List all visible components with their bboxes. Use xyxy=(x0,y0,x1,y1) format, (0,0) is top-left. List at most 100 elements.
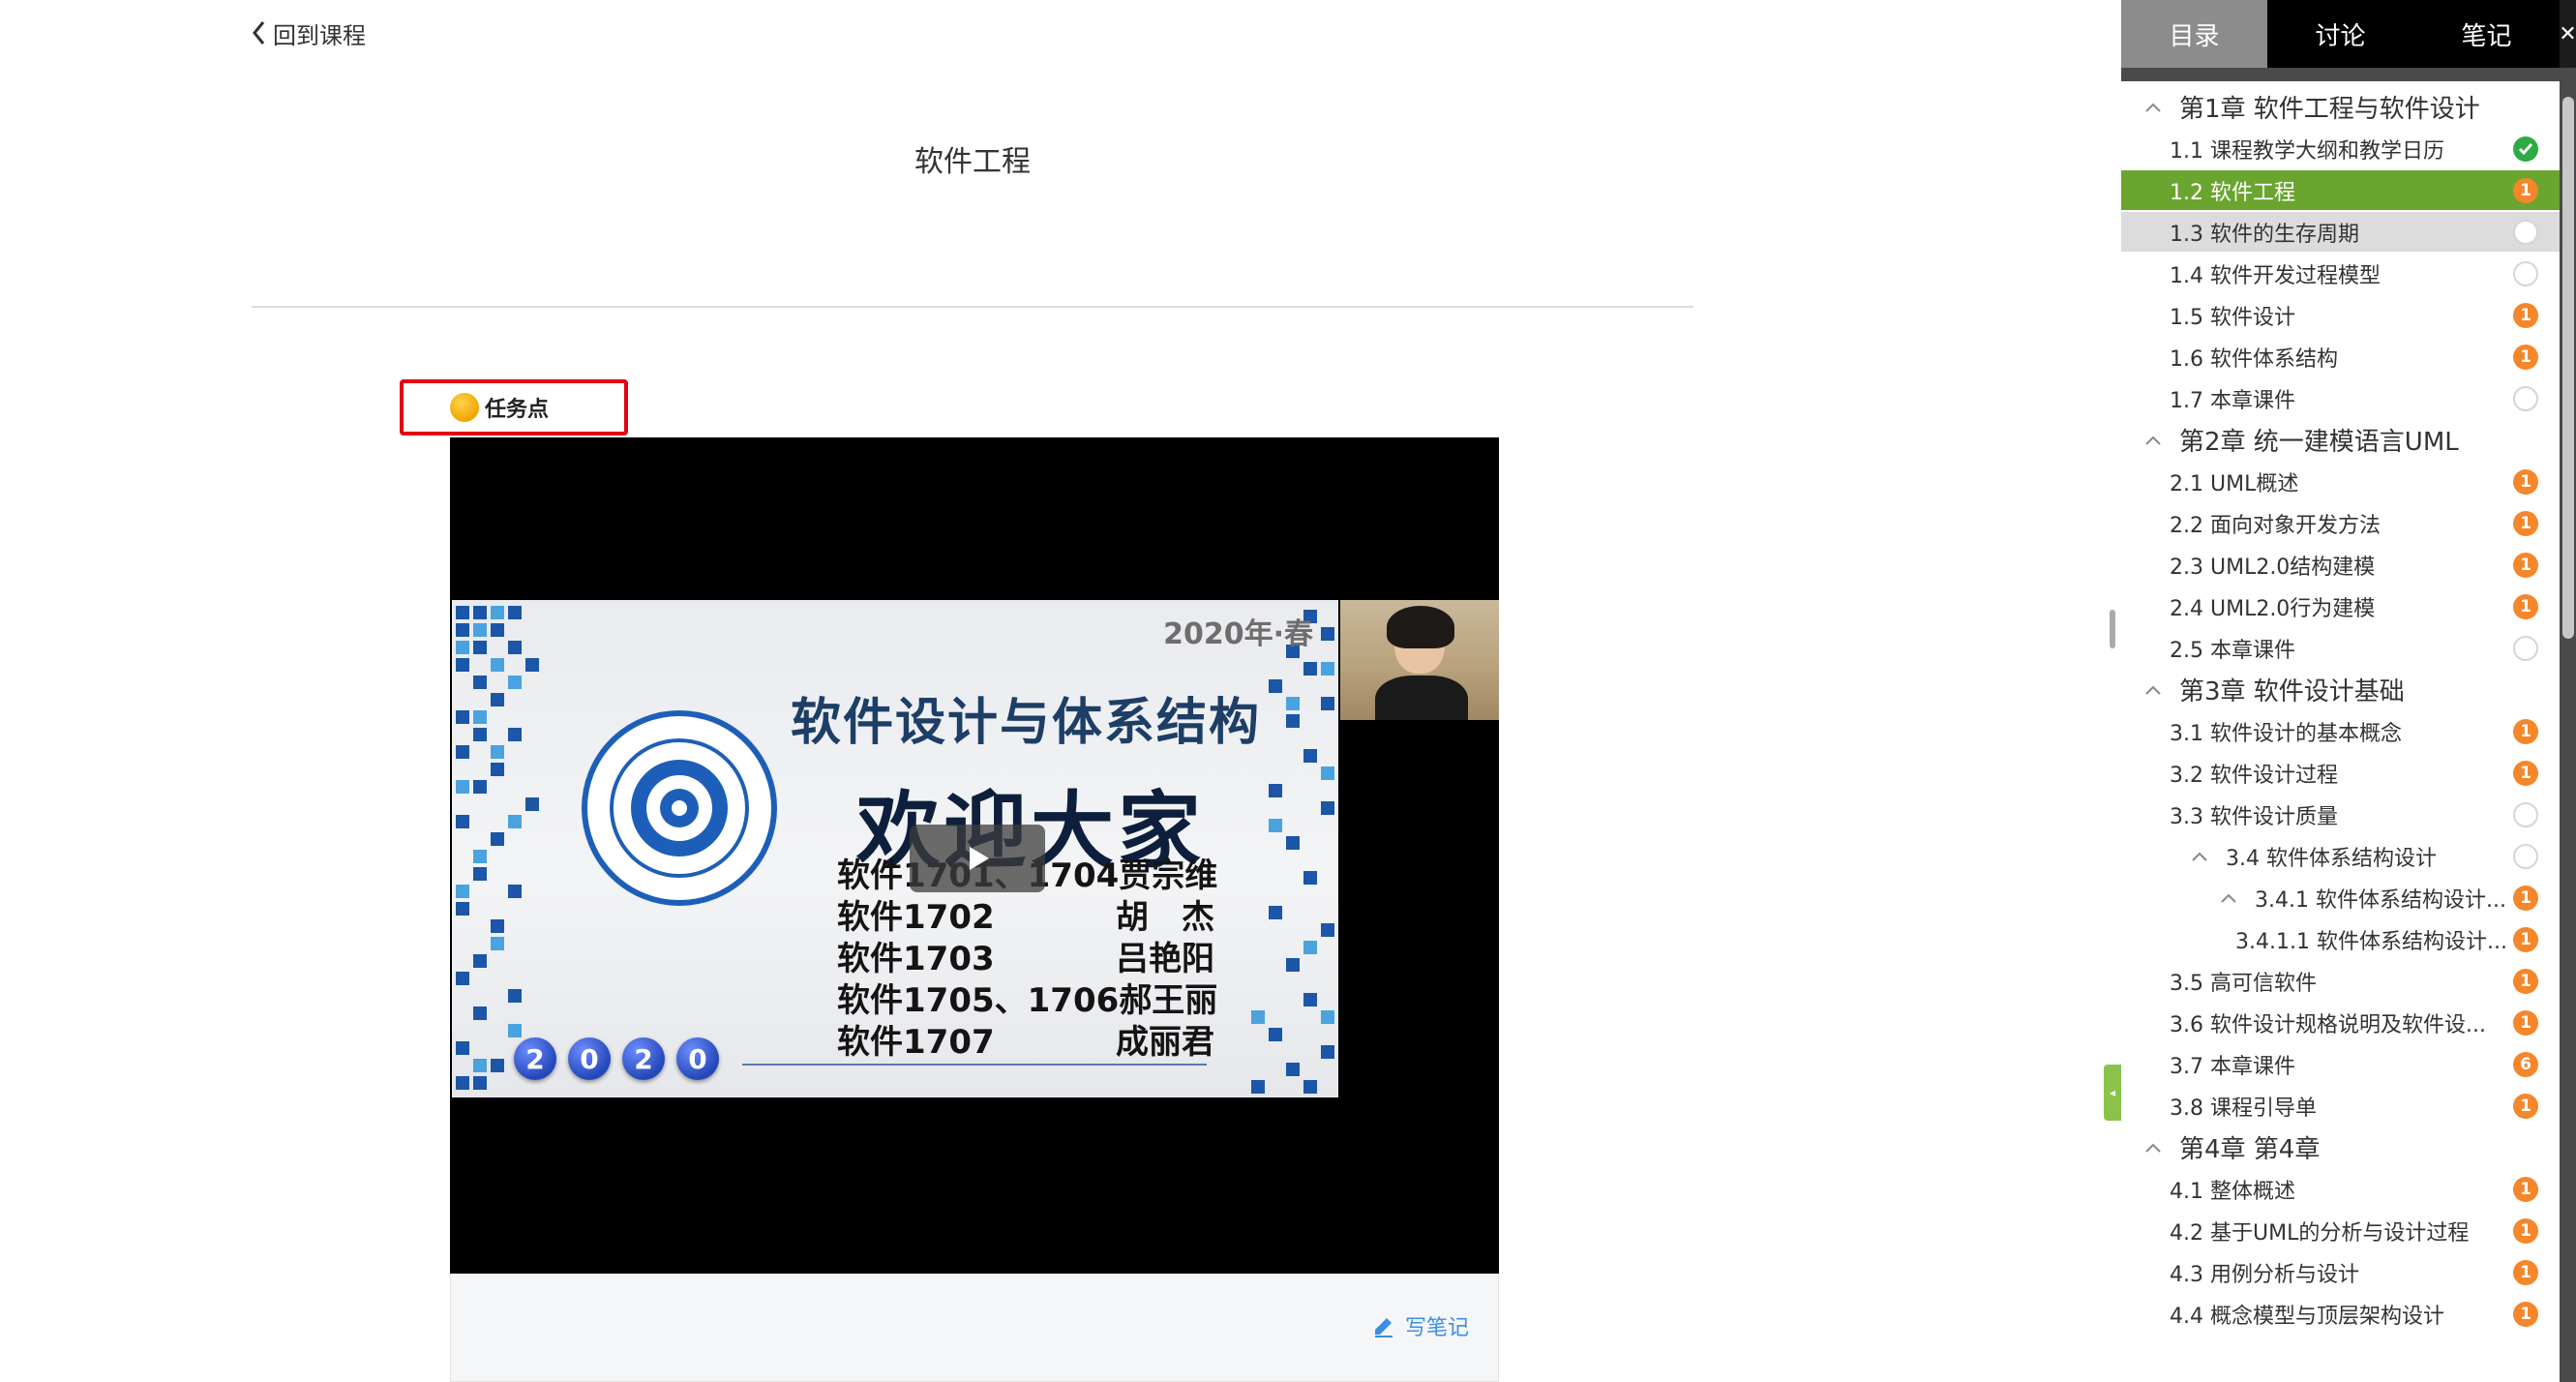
toc-item[interactable]: 1.3 软件的生存周期 xyxy=(2121,212,2560,252)
video-slide-frame: 2020年·春 软件设计与体系结构 欢迎大家 软件1701、1704贾宗维 软件… xyxy=(452,600,1338,1097)
task-dot-icon xyxy=(450,393,479,422)
toc-item-label: 2.4 UML2.0行为建模 xyxy=(2170,596,2376,621)
toc-item-label: 3.3 软件设计质量 xyxy=(2170,804,2338,829)
task-count-badge: 6 xyxy=(2513,1052,2538,1077)
toc-item-label: 4.2 基于UML的分析与设计过程 xyxy=(2170,1220,2470,1246)
toc-item[interactable]: 1.1 课程教学大纲和教学日历 xyxy=(2121,129,2560,168)
toc-item[interactable]: 3.4.1 软件体系结构设计... 1 xyxy=(2121,878,2560,917)
toc-item[interactable]: 3.4.1.1 软件体系结构设计... 1 xyxy=(2121,919,2560,959)
toc-item[interactable]: 2.2 面向对象开发方法 1 xyxy=(2121,503,2560,543)
toc-chapter[interactable]: 第4章 第4章 xyxy=(2121,1127,2560,1167)
toc-scrollbar[interactable] xyxy=(2562,97,2574,639)
sidebar-close-button[interactable]: ✕ xyxy=(2559,0,2576,68)
task-count-badge: 1 xyxy=(2513,511,2538,536)
toc-item-label: 1.1 课程教学大纲和教学日历 xyxy=(2170,138,2444,164)
webcam-person-hair xyxy=(1387,606,1454,648)
slide-line-teacher: 郝王丽 xyxy=(1119,981,1218,1020)
toc-item-label: 3.8 课程引导单 xyxy=(2170,1096,2317,1121)
chevron-up-icon[interactable] xyxy=(2187,851,2212,862)
write-note-button[interactable]: 写笔记 xyxy=(1372,1310,1469,1341)
toc-item-label: 2.1 UML概述 xyxy=(2170,471,2299,496)
task-count-badge: 1 xyxy=(2513,761,2538,786)
task-count-badge: 1 xyxy=(2513,594,2538,619)
slide-line-class: 软件1707 xyxy=(837,1023,995,1062)
year-ball: 0 xyxy=(676,1037,719,1080)
tab-catalog[interactable]: 目录 xyxy=(2121,0,2267,68)
toc-item-label: 3.7 本章课件 xyxy=(2170,1054,2295,1079)
toc-item-label: 1.3 软件的生存周期 xyxy=(2170,222,2359,247)
toc-item[interactable]: 3.7 本章课件 6 xyxy=(2121,1044,2560,1084)
toc-item[interactable]: 2.3 UML2.0结构建模 1 xyxy=(2121,545,2560,585)
page-title: 软件工程 xyxy=(914,145,1031,179)
slide-title: 软件设计与体系结构 xyxy=(791,694,1262,752)
page-root: 回到课程 软件工程 任务点 2020年·春 软件设计与体系结构 贾宗维 软件17… xyxy=(0,0,2576,1382)
task-count-badge: 1 xyxy=(2513,1177,2538,1202)
toc-item[interactable]: 1.2 软件工程 1 xyxy=(2121,170,2560,210)
toc-item[interactable]: 4.1 整体概述 1 xyxy=(2121,1169,2560,1209)
toc-item-label: 3.4.1.1 软件体系结构设计... xyxy=(2235,929,2507,954)
chevron-up-icon[interactable] xyxy=(2141,1142,2166,1154)
slide-line-class: 软件1702 xyxy=(837,898,995,937)
toc-item-label: 2.3 UML2.0结构建模 xyxy=(2170,555,2376,580)
toc-item[interactable]: 1.4 软件开发过程模型 xyxy=(2121,254,2560,293)
chevron-up-icon[interactable] xyxy=(2141,102,2166,113)
toc-chapter[interactable]: 第2章 统一建模语言UML xyxy=(2121,420,2560,460)
webcam-person-body xyxy=(1375,676,1468,720)
task-count-badge: 1 xyxy=(2513,1302,2538,1327)
chevron-up-icon[interactable] xyxy=(2141,684,2166,696)
toc-item-label: 4.3 用例分析与设计 xyxy=(2170,1262,2359,1287)
table-of-contents: 第1章 软件工程与软件设计 1.1 课程教学大纲和教学日历 1.2 软件工程 1 1.3… xyxy=(2121,81,2560,1382)
chevron-up-icon[interactable] xyxy=(2141,435,2166,446)
toc-item[interactable]: 3.6 软件设计规格说明及软件设... 1 xyxy=(2121,1003,2560,1042)
toc-item[interactable]: 2.4 UML2.0行为建模 1 xyxy=(2121,586,2560,626)
year-ball: 0 xyxy=(568,1037,611,1080)
toc-item[interactable]: 3.4 软件体系结构设计 xyxy=(2121,836,2560,876)
toc-item-label: 第2章 统一建模语言UML xyxy=(2179,428,2459,457)
slide-line-class: 软件1703 xyxy=(837,940,995,978)
course-sidebar: 目录 讨论 笔记 ✕ 第1章 软件工程与软件设计 1.1 课程教学大纲和教学日历 1… xyxy=(2121,0,2576,1382)
slide-line: 软件1703 吕艳阳 xyxy=(837,939,1214,980)
slide-line-teacher: 胡 杰 xyxy=(1116,898,1214,937)
empty-status-icon xyxy=(2513,261,2538,286)
toc-item[interactable]: 2.5 本章课件 xyxy=(2121,628,2560,668)
back-to-course-link[interactable]: 回到课程 xyxy=(250,15,366,50)
toc-item-label: 1.5 软件设计 xyxy=(2170,305,2295,330)
toc-item[interactable]: 4.2 基于UML的分析与设计过程 1 xyxy=(2121,1211,2560,1250)
task-count-badge: 1 xyxy=(2513,927,2538,952)
toc-item-label: 3.1 软件设计的基本概念 xyxy=(2170,721,2402,746)
toc-item[interactable]: 1.6 软件体系结构 1 xyxy=(2121,337,2560,376)
video-player[interactable]: 2020年·春 软件设计与体系结构 欢迎大家 软件1701、1704贾宗维 软件… xyxy=(450,437,1499,1274)
resize-grip[interactable] xyxy=(2110,610,2115,648)
toc-item-label: 1.6 软件体系结构 xyxy=(2170,346,2338,372)
slide-year: 2020年·春 xyxy=(1163,617,1313,651)
chevron-up-icon[interactable] xyxy=(2216,892,2241,904)
toc-item[interactable]: 3.1 软件设计的基本概念 1 xyxy=(2121,711,2560,751)
toc-item[interactable]: 3.5 高可信软件 1 xyxy=(2121,961,2560,1001)
university-logo xyxy=(581,709,778,907)
slide-line: 软件1705、1706 郝王丽 xyxy=(837,980,1218,1022)
task-count-badge: 1 xyxy=(2513,1218,2538,1244)
toc-item-label: 1.2 软件工程 xyxy=(2170,180,2295,205)
tab-notes[interactable]: 笔记 xyxy=(2413,0,2560,68)
toc-item[interactable]: 4.4 概念模型与顶层架构设计 1 xyxy=(2121,1294,2560,1334)
toc-item-label: 3.4 软件体系结构设计 xyxy=(2226,846,2437,871)
toc-item[interactable]: 1.5 软件设计 1 xyxy=(2121,295,2560,335)
toc-item[interactable]: 3.8 课程引导单 1 xyxy=(2121,1086,2560,1126)
toc-item[interactable]: 3.3 软件设计质量 xyxy=(2121,795,2560,834)
toc-item[interactable]: 3.2 软件设计过程 1 xyxy=(2121,753,2560,793)
toc-chapter[interactable]: 第1章 软件工程与软件设计 xyxy=(2121,87,2560,127)
tab-discussion[interactable]: 讨论 xyxy=(2267,0,2413,68)
task-point-label: 任务点 xyxy=(485,398,550,422)
task-point-badge: 任务点 xyxy=(400,379,628,436)
task-count-badge: 1 xyxy=(2513,178,2538,203)
task-count-badge: 1 xyxy=(2513,886,2538,911)
task-count-badge: 1 xyxy=(2513,345,2538,370)
toc-item-label: 第3章 软件设计基础 xyxy=(2179,677,2405,706)
collapse-sidebar-handle[interactable]: ◂ xyxy=(2104,1065,2121,1121)
play-button[interactable] xyxy=(910,825,1045,892)
toc-item-label: 3.6 软件设计规格说明及软件设... xyxy=(2170,1012,2486,1037)
toc-item[interactable]: 1.7 本章课件 xyxy=(2121,378,2560,418)
toc-item[interactable]: 2.1 UML概述 1 xyxy=(2121,462,2560,501)
toc-chapter[interactable]: 第3章 软件设计基础 xyxy=(2121,670,2560,709)
toc-item[interactable]: 4.3 用例分析与设计 1 xyxy=(2121,1252,2560,1292)
